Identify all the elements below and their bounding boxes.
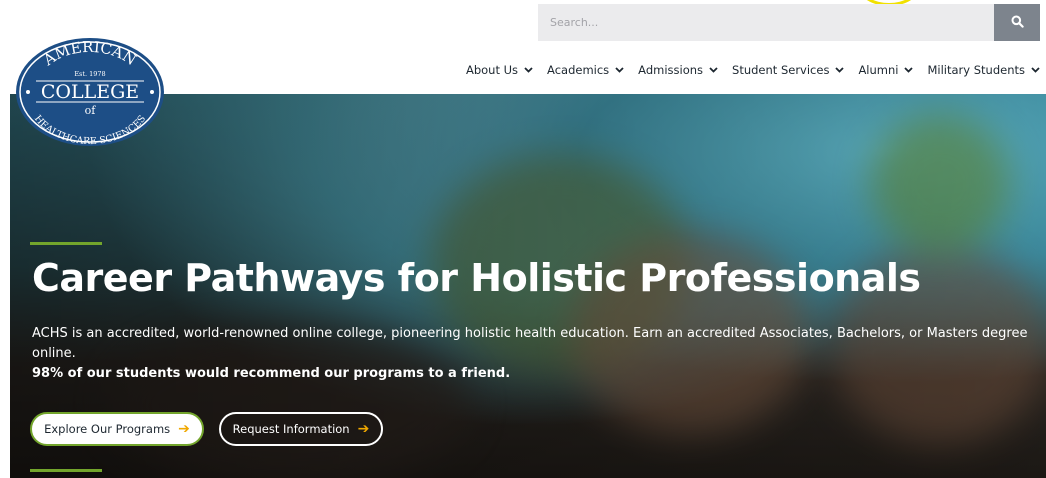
nav-item-alumni[interactable]: Alumni: [858, 63, 914, 77]
chevron-down-icon: [835, 67, 845, 73]
hero-title: Career Pathways for Holistic Professiona…: [32, 256, 921, 300]
chevron-down-icon: [524, 67, 533, 73]
hero-description: ACHS is an accredited, world-renowned on…: [32, 326, 1028, 361]
logo-emblem: AMERICAN Est. 1978 COLLEGE of HEALTHCARE…: [16, 38, 164, 147]
arrow-right-icon: ➔: [178, 421, 190, 437]
chevron-down-icon: [615, 67, 624, 73]
search-button[interactable]: [994, 4, 1040, 41]
chevron-down-icon: [709, 67, 718, 73]
explore-programs-button[interactable]: Explore Our Programs ➔: [30, 412, 204, 446]
nav-item-label: Military Students: [927, 63, 1025, 77]
hero-banner: Career Pathways for Holistic Professiona…: [10, 94, 1046, 478]
nav-item-admissions[interactable]: Admissions: [638, 63, 718, 77]
nav-item-label: Admissions: [638, 63, 704, 77]
nav-item-military-students[interactable]: Military Students: [927, 63, 1040, 77]
button-label: Request Information: [232, 422, 350, 436]
arrow-right-icon: ➔: [357, 421, 370, 437]
logo-of-text: of: [85, 104, 97, 117]
nav-item-label: About Us: [465, 63, 519, 77]
college-logo[interactable]: AMERICAN Est. 1978 COLLEGE of HEALTHCARE…: [14, 36, 166, 148]
nav-item-student-services[interactable]: Student Services: [732, 63, 845, 77]
search-bar: [538, 4, 1040, 41]
nav-item-label: Student Services: [732, 63, 830, 77]
search-icon: [1011, 15, 1024, 31]
logo-middle-text: COLLEGE: [41, 81, 139, 103]
chevron-down-icon: [1031, 67, 1040, 73]
accent-bar-top: [30, 242, 102, 245]
request-information-button[interactable]: Request Information ➔: [219, 412, 383, 446]
nav-item-academics[interactable]: Academics: [547, 63, 624, 77]
search-input[interactable]: [538, 4, 994, 41]
logo-established: Est. 1978: [74, 70, 105, 78]
nav-item-label: Academics: [547, 63, 610, 77]
button-label: Explore Our Programs: [44, 422, 171, 436]
hero-stat: 98% of our students would recommend our …: [32, 366, 511, 381]
main-nav: About Us Academics Admissions Student Se…: [452, 63, 1040, 77]
chevron-down-icon: [904, 67, 914, 73]
nav-item-label: Alumni: [858, 63, 899, 77]
nav-item-about-us[interactable]: About Us: [466, 63, 533, 77]
accent-bar-bottom: [30, 469, 102, 472]
